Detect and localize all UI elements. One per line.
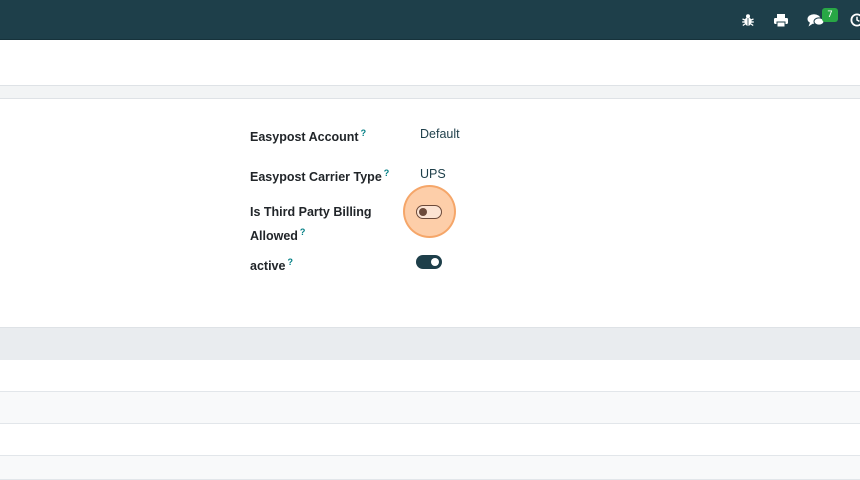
messages-count-badge: 7: [822, 8, 838, 22]
help-tooltip-icon[interactable]: ?: [287, 257, 293, 267]
easypost-account-value[interactable]: Default: [420, 124, 460, 144]
help-tooltip-icon[interactable]: ?: [384, 168, 390, 178]
print-icon[interactable]: [772, 11, 790, 29]
third-party-billing-toggle[interactable]: [416, 205, 442, 219]
easypost-account-label: Easypost Account?: [250, 128, 367, 145]
list-header: [0, 327, 860, 360]
active-label: active?: [250, 257, 293, 274]
list-row[interactable]: [0, 360, 860, 392]
bug-icon[interactable]: [740, 11, 756, 29]
easypost-carrier-type-value[interactable]: UPS: [420, 164, 446, 184]
help-tooltip-icon[interactable]: ?: [300, 227, 306, 237]
list-row[interactable]: [0, 456, 860, 480]
form-statusbar-strip: [0, 86, 860, 99]
third-party-billing-label: Is Third Party Billing Allowed?: [250, 205, 372, 244]
clock-icon[interactable]: [850, 11, 860, 29]
top-navbar: 7: [0, 0, 860, 40]
list-row[interactable]: [0, 392, 860, 424]
easypost-carrier-type-label: Easypost Carrier Type?: [250, 168, 390, 185]
help-tooltip-icon[interactable]: ?: [361, 128, 367, 138]
control-panel: [0, 40, 860, 86]
toggle-knob: [431, 258, 439, 266]
list-row[interactable]: [0, 424, 860, 456]
toggle-knob: [419, 208, 427, 216]
active-toggle[interactable]: [416, 255, 442, 269]
